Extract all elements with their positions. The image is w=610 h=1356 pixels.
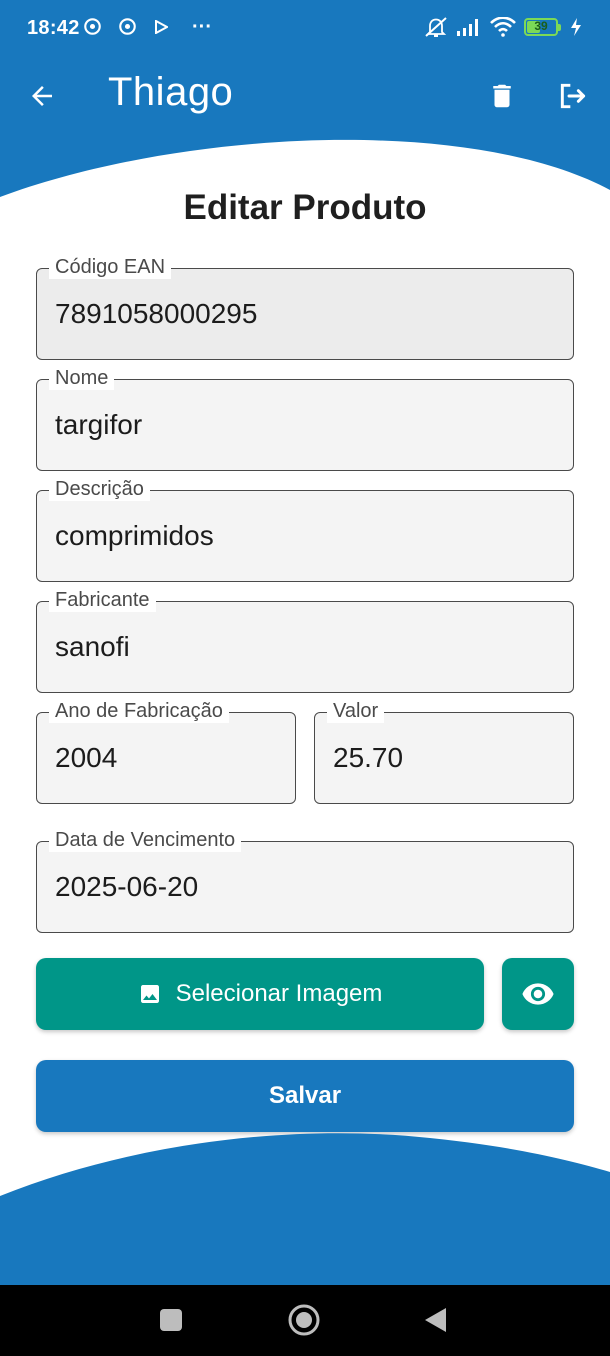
manufacturer-field[interactable]: Fabricante sanofi — [36, 588, 574, 693]
app-bar: Thiago — [0, 58, 610, 134]
price-field[interactable]: Valor 25.70 — [314, 699, 574, 804]
ean-field[interactable]: Código EAN 7891058000295 — [36, 255, 574, 360]
expiry-date-label: Data de Vencimento — [49, 828, 242, 852]
save-label: Salvar — [268, 1082, 342, 1109]
select-image-button[interactable]: Selecionar Imagem — [36, 958, 484, 1030]
description-value: comprimidos — [55, 520, 214, 551]
recents-button[interactable] — [160, 1309, 182, 1331]
system-navigation-bar — [0, 1285, 610, 1356]
expiry-date-value: 2025-06-20 — [55, 871, 199, 902]
back-button[interactable] — [18, 72, 66, 120]
home-button[interactable] — [287, 1303, 321, 1337]
price-label: Valor — [327, 699, 385, 723]
expiry-date-field[interactable]: Data de Vencimento 2025-06-20 — [36, 828, 574, 933]
manufacturer-value: sanofi — [55, 631, 130, 662]
trash-icon — [493, 84, 511, 108]
delete-button[interactable] — [478, 72, 526, 120]
ean-label: Código EAN — [49, 255, 172, 279]
app-title: Thiago — [108, 70, 234, 114]
triangle-back-icon — [425, 1308, 446, 1332]
save-button[interactable]: Salvar — [36, 1060, 574, 1132]
ean-value: 7891058000295 — [55, 298, 258, 329]
system-back-button[interactable] — [424, 1307, 448, 1333]
chrome-icon — [84, 18, 101, 35]
manufacture-year-value: 2004 — [55, 742, 118, 773]
name-label: Nome — [49, 366, 115, 390]
battery-icon: 39 — [524, 18, 561, 36]
image-icon — [140, 985, 159, 1003]
select-image-label: Selecionar Imagem — [175, 980, 383, 1007]
wifi-icon — [490, 17, 516, 37]
status-notification-icons: ··· — [84, 15, 212, 38]
logout-button[interactable] — [549, 72, 597, 120]
chrome-icon — [119, 18, 136, 35]
more-notifications-indicator: ··· — [192, 15, 212, 38]
view-image-button[interactable] — [502, 958, 574, 1030]
name-field[interactable]: Nome targifor — [36, 366, 574, 471]
bell-off-icon — [424, 16, 448, 38]
status-system-icons: 39 — [424, 16, 582, 38]
description-label: Descrição — [49, 477, 150, 501]
charging-bolt-icon — [570, 18, 582, 36]
arrow-left-icon — [32, 86, 52, 106]
page-title: Editar Produto — [183, 188, 427, 227]
logout-icon — [560, 83, 586, 109]
manufacturer-label: Fabricante — [49, 588, 156, 612]
description-field[interactable]: Descrição comprimidos — [36, 477, 574, 582]
name-value: targifor — [55, 409, 143, 440]
status-bar: 18:42 ··· 39 — [0, 0, 610, 58]
battery-level: 39 — [534, 19, 548, 33]
manufacture-year-label: Ano de Fabricação — [49, 699, 229, 723]
price-value: 25.70 — [333, 742, 404, 773]
status-time: 18:42 — [27, 17, 80, 39]
home-circle-icon — [288, 1304, 320, 1336]
footer-wave — [0, 1133, 610, 1286]
signal-icon — [456, 18, 482, 36]
eye-icon — [522, 983, 554, 1005]
edit-product-screen: 18:42 ··· 39 Thiago Editar Produto Códig… — [0, 0, 610, 1356]
manufacture-year-field[interactable]: Ano de Fabricação 2004 — [36, 699, 296, 804]
play-icon — [154, 19, 168, 34]
